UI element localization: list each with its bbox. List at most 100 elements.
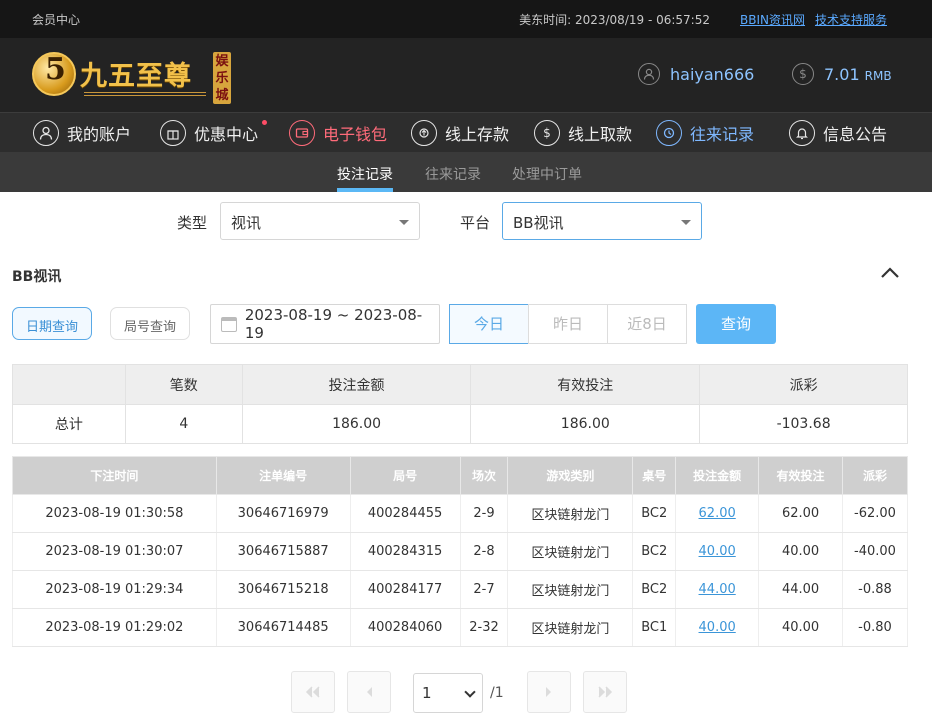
balance-info[interactable]: $ 7.01 RMB <box>792 63 892 85</box>
type-select[interactable]: 视讯 <box>220 202 420 240</box>
nav-promotions[interactable]: 优惠中心 <box>160 119 268 147</box>
logo-name: 九五至尊 <box>80 61 192 92</box>
round-id: 400284315 <box>349 532 461 571</box>
user-icon <box>33 120 59 146</box>
game-type: 区块链射龙门 <box>507 570 634 609</box>
summary-header: 笔数 <box>124 364 243 405</box>
payout: -62.00 <box>842 494 908 533</box>
payout: -40.00 <box>842 532 908 571</box>
time-label: 美东时间 <box>519 13 568 27</box>
sub-tabs: 投注记录 往来记录 处理中订单 <box>0 152 932 192</box>
last-page-button[interactable] <box>583 671 627 713</box>
game-type: 区块链射龙门 <box>507 532 634 571</box>
tech-support-link[interactable]: 技术支持服务 <box>815 11 887 28</box>
bet-time: 2023-08-19 01:29:02 <box>12 608 217 647</box>
summary-header: 有效投注 <box>470 364 701 405</box>
prev-page-button[interactable] <box>347 671 391 713</box>
time-value: 2023/08/19 - 06:57:52 <box>574 13 710 27</box>
round-query-toggle[interactable]: 局号查询 <box>110 307 191 340</box>
valid-bet: 62.00 <box>758 494 843 533</box>
chevron-down-icon <box>399 220 409 225</box>
round-id: 400284060 <box>349 608 461 647</box>
site-logo[interactable]: 5 九五至尊 娱乐城 <box>32 46 232 104</box>
column-header: 有效投注 <box>758 456 843 495</box>
bet-amount-link[interactable]: 40.00 <box>675 532 760 571</box>
logo-number: 5 <box>45 52 66 87</box>
game-type: 区块链射龙门 <box>507 494 634 533</box>
bet-id: 30646715218 <box>215 570 351 609</box>
session: 2-32 <box>459 608 509 647</box>
date-range-picker[interactable]: 2023-08-19 ~ 2023-08-19 <box>210 304 440 344</box>
table-no: BC2 <box>632 494 677 533</box>
withdraw-icon: $ <box>534 120 560 146</box>
records-table: 下注时间 注单编号 局号 场次 游戏类别 桌号 投注金额 有效投注 派彩 202… <box>12 456 908 647</box>
first-page-button[interactable] <box>291 671 335 713</box>
user-info[interactable]: haiyan666 <box>638 63 754 85</box>
calendar-icon <box>221 316 237 332</box>
today-button[interactable]: 今日 <box>449 304 529 344</box>
date-range-value: 2023-08-19 ~ 2023-08-19 <box>244 306 423 342</box>
currency: RMB <box>864 68 892 83</box>
user-avatar-icon <box>638 63 660 85</box>
chevron-down-icon <box>464 686 476 698</box>
balance-value: 7.01 <box>824 64 860 84</box>
nav-label: 我的账户 <box>67 125 132 144</box>
table-no: BC2 <box>632 532 677 571</box>
records-icon <box>656 120 682 146</box>
table-row: 2023-08-19 01:30:07 30646715887 40028431… <box>12 532 908 571</box>
active-tab-indicator <box>337 188 393 192</box>
chevron-up-icon[interactable] <box>879 264 901 280</box>
nav-label: 信息公告 <box>823 125 888 144</box>
column-header: 下注时间 <box>12 456 217 495</box>
valid-bet: 40.00 <box>758 532 843 571</box>
search-button[interactable]: 查询 <box>696 304 776 344</box>
logo-ornament <box>84 92 206 96</box>
summary-cell: 186.00 <box>470 404 701 444</box>
column-header: 场次 <box>459 456 509 495</box>
nav-e-wallet[interactable]: 电子钱包 <box>289 119 387 147</box>
bet-amount-link[interactable]: 44.00 <box>675 570 760 609</box>
bbin-news-link[interactable]: BBIN资讯网 <box>740 11 805 28</box>
summary-table: 笔数 投注金额 有效投注 派彩 总计 4 186.00 186.00 -103.… <box>12 364 908 444</box>
server-time: 美东时间: 2023/08/19 - 06:57:52 <box>519 13 710 27</box>
bet-time: 2023-08-19 01:29:34 <box>12 570 217 609</box>
bet-time: 2023-08-19 01:30:58 <box>12 494 217 533</box>
table-no: BC1 <box>632 608 677 647</box>
nav-my-account[interactable]: 我的账户 <box>33 119 131 147</box>
page-select[interactable]: 1 <box>413 673 483 713</box>
column-header: 注单编号 <box>215 456 351 495</box>
nav-online-deposit[interactable]: 线上存款 <box>411 119 509 147</box>
section-title: BB视讯 <box>12 269 62 285</box>
type-select-value: 视讯 <box>231 214 262 232</box>
summary-header <box>12 364 126 405</box>
column-header: 桌号 <box>632 456 677 495</box>
table-row: 2023-08-19 01:29:02 30646714485 40028406… <box>12 608 908 647</box>
last-8-days-button[interactable]: 近8日 <box>607 304 687 344</box>
next-page-button[interactable] <box>527 671 571 713</box>
summary-header-row: 笔数 投注金额 有效投注 派彩 <box>12 364 908 405</box>
yesterday-button[interactable]: 昨日 <box>528 304 608 344</box>
tab-transaction-records[interactable]: 往来记录 <box>425 164 481 184</box>
bet-amount-link[interactable]: 62.00 <box>675 494 760 533</box>
double-chevron-right-icon <box>598 686 613 698</box>
nav-label: 线上取款 <box>568 125 633 144</box>
nav-announcements[interactable]: 信息公告 <box>789 119 887 147</box>
date-query-toggle[interactable]: 日期查询 <box>12 307 93 340</box>
nav-online-withdraw[interactable]: $ 线上取款 <box>534 119 632 147</box>
nav-records[interactable]: 往来记录 <box>656 119 754 147</box>
tab-pending-orders[interactable]: 处理中订单 <box>512 164 582 184</box>
nav-label: 优惠中心 <box>194 125 259 144</box>
bet-time: 2023-08-19 01:30:07 <box>12 532 217 571</box>
nav-promotions-label-wrap: 优惠中心 <box>194 120 268 145</box>
bet-amount-link[interactable]: 40.00 <box>675 608 760 647</box>
payout: -0.88 <box>842 570 908 609</box>
tab-bet-records[interactable]: 投注记录 <box>337 164 393 184</box>
valid-bet: 44.00 <box>758 570 843 609</box>
summary-row: 总计 4 186.00 186.00 -103.68 <box>12 404 908 444</box>
platform-select[interactable]: BB视讯 <box>502 202 702 240</box>
logo-tag: 娱乐城 <box>213 52 231 104</box>
double-chevron-left-icon <box>305 686 320 698</box>
session: 2-8 <box>459 532 509 571</box>
bet-id: 30646715887 <box>215 532 351 571</box>
bet-id: 30646714485 <box>215 608 351 647</box>
